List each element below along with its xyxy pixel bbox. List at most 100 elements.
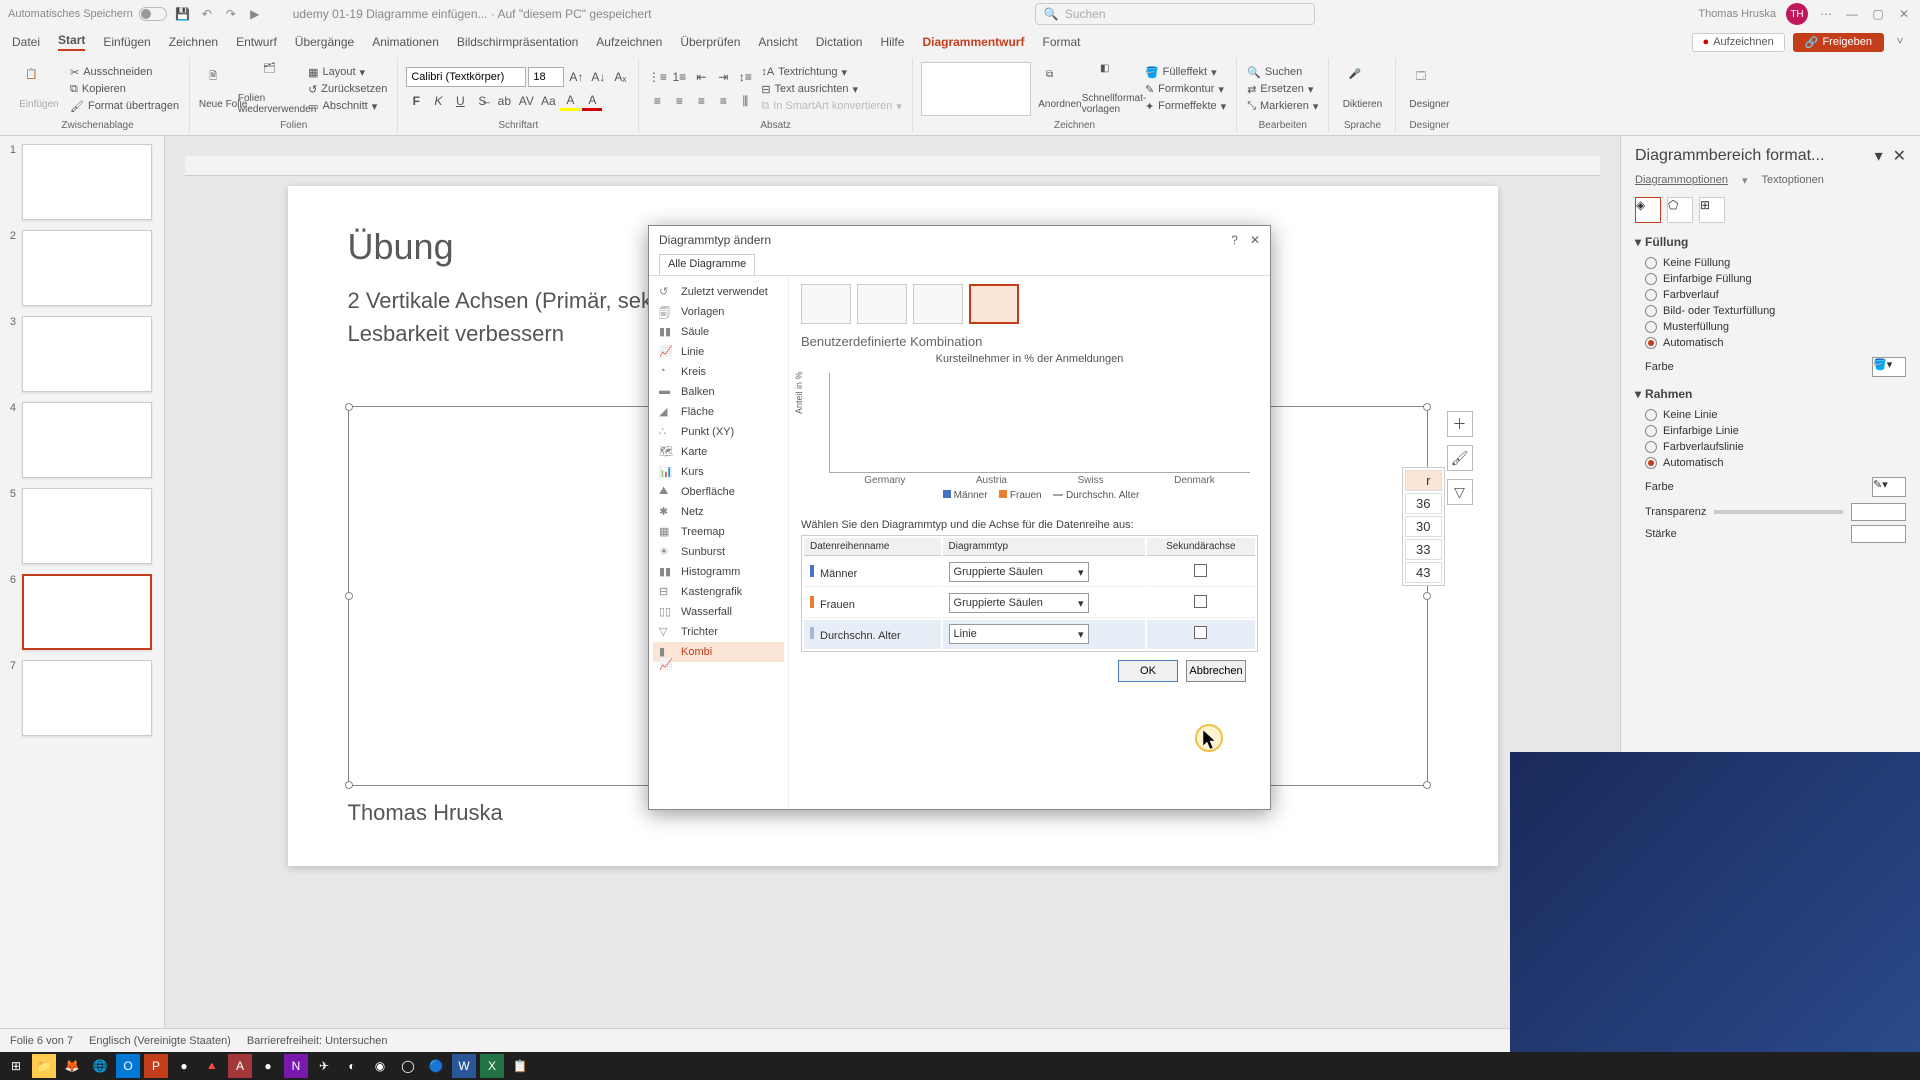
app-icon-5[interactable]: 🔵 (424, 1054, 448, 1078)
font-color-button[interactable]: A (582, 91, 602, 111)
app-icon-4[interactable]: ◯ (396, 1054, 420, 1078)
font-name-combo[interactable] (406, 67, 526, 87)
subtype-2[interactable] (857, 284, 907, 324)
italic-button[interactable]: K (428, 91, 448, 111)
arrange-button[interactable]: ⧉Anordnen (1035, 60, 1085, 118)
tab-animationen[interactable]: Animationen (372, 35, 439, 49)
effects-tab-icon[interactable]: ⬠ (1667, 197, 1693, 223)
strike-button[interactable]: S̶ (472, 91, 492, 111)
ribbon-options-icon[interactable]: ⋯ (1818, 6, 1834, 22)
cat-column[interactable]: ▮▮Säule (653, 322, 784, 342)
vlc-icon[interactable]: 🔺 (200, 1054, 224, 1078)
series-1-type-combo[interactable]: Gruppierte Säulen▾ (949, 593, 1089, 613)
copy-button[interactable]: ⧉Kopieren (68, 82, 181, 97)
cat-funnel[interactable]: ▽Trichter (653, 622, 784, 642)
thumb-4[interactable]: 4 (4, 402, 160, 478)
close-icon[interactable]: ✕ (1896, 6, 1912, 22)
subtype-1[interactable] (801, 284, 851, 324)
pane-close-icon[interactable]: ✕ (1893, 146, 1906, 166)
fill-section-header[interactable]: ▾ Füllung (1635, 235, 1906, 249)
fill-line-tab-icon[interactable]: ◈ (1635, 197, 1661, 223)
dictate-button[interactable]: 🎤Diktieren (1337, 60, 1387, 118)
border-opt-auto[interactable]: Automatisch (1635, 455, 1906, 471)
pane-dropdown-icon[interactable]: ▾ (1875, 146, 1883, 166)
word-icon[interactable]: W (452, 1054, 476, 1078)
text-direction-button[interactable]: ↕ATextrichtung ▾ (759, 65, 904, 80)
thumb-2[interactable]: 2 (4, 230, 160, 306)
shadow-button[interactable]: ab (494, 91, 514, 111)
reset-button[interactable]: ↺Zurücksetzen (306, 82, 389, 97)
app-icon-2[interactable]: ● (256, 1054, 280, 1078)
telegram-icon[interactable]: ✈ (312, 1054, 336, 1078)
designer-button[interactable]: 🗔Designer (1404, 60, 1454, 118)
paste-button[interactable]: 📋 Einfügen (14, 60, 64, 118)
tab-format[interactable]: Format (1042, 35, 1080, 49)
align-center-button[interactable]: ≡ (669, 91, 689, 111)
chart-styles-button[interactable]: 🖌 (1447, 445, 1473, 471)
spacing-button[interactable]: AV (516, 91, 536, 111)
fill-opt-none[interactable]: Keine Füllung (1635, 255, 1906, 271)
tab-uebergaenge[interactable]: Übergänge (295, 35, 354, 49)
cat-map[interactable]: 🗺Karte (653, 442, 784, 462)
thumb-5[interactable]: 5 (4, 488, 160, 564)
language-status[interactable]: Englisch (Vereinigte Staaten) (89, 1035, 231, 1047)
shapes-gallery[interactable] (921, 62, 1031, 116)
cat-templates[interactable]: 🗐Vorlagen (653, 302, 784, 322)
record-button[interactable]: ●Aufzeichnen (1692, 33, 1785, 52)
highlight-button[interactable]: A (560, 91, 580, 111)
bullets-button[interactable]: ⋮≡ (647, 67, 667, 87)
layout-button[interactable]: ▦Layout ▾ (306, 65, 389, 80)
dialog-close-icon[interactable]: ✕ (1250, 233, 1260, 247)
border-opt-gradient[interactable]: Farbverlaufslinie (1635, 439, 1906, 455)
thumb-7[interactable]: 7 (4, 660, 160, 736)
select-button[interactable]: ⤡Markieren ▾ (1245, 99, 1320, 114)
search-input[interactable]: 🔍 Suchen (1035, 3, 1315, 25)
align-right-button[interactable]: ≡ (691, 91, 711, 111)
save-icon[interactable]: 💾 (175, 6, 191, 22)
increase-font-icon[interactable]: A↑ (566, 67, 586, 87)
decrease-font-icon[interactable]: A↓ (588, 67, 608, 87)
align-text-button[interactable]: ⊟Text ausrichten ▾ (759, 82, 904, 97)
border-section-header[interactable]: ▾ Rahmen (1635, 387, 1906, 401)
tab-zeichnen[interactable]: Zeichnen (169, 35, 218, 49)
ok-button[interactable]: OK (1118, 660, 1178, 682)
minimize-icon[interactable]: — (1844, 6, 1860, 22)
cat-radar[interactable]: ✱Netz (653, 502, 784, 522)
firefox-icon[interactable]: 🦊 (60, 1054, 84, 1078)
bold-button[interactable]: F (406, 91, 426, 111)
windows-taskbar[interactable]: ⊞ 📁 🦊 🌐 O P ● 🔺 A ● N ✈ ◐ ◉ ◯ 🔵 W X 📋 (0, 1052, 1920, 1080)
cancel-button[interactable]: Abbrechen (1186, 660, 1246, 682)
format-painter-button[interactable]: 🖌Format übertragen (68, 99, 181, 114)
toggle-switch-icon[interactable] (139, 7, 167, 21)
align-left-button[interactable]: ≡ (647, 91, 667, 111)
cat-pie[interactable]: ◔Kreis (653, 362, 784, 382)
fill-opt-auto[interactable]: Automatisch (1635, 335, 1906, 351)
shape-outline-button[interactable]: ✎Formkontur ▾ (1143, 82, 1228, 97)
cat-treemap[interactable]: ▦Treemap (653, 522, 784, 542)
slideshow-icon[interactable]: ▶ (247, 6, 263, 22)
series-1-secondary-checkbox[interactable] (1194, 595, 1207, 608)
transparency-input[interactable] (1851, 503, 1906, 521)
start-button[interactable]: ⊞ (4, 1054, 28, 1078)
dialog-tab-all[interactable]: Alle Diagramme (659, 254, 755, 275)
numbering-button[interactable]: 1≡ (669, 67, 689, 87)
tab-aufzeichnen[interactable]: Aufzeichnen (596, 35, 662, 49)
tab-start[interactable]: Start (58, 33, 85, 51)
tab-entwurf[interactable]: Entwurf (236, 35, 277, 49)
clear-format-icon[interactable]: Aₓ (610, 67, 630, 87)
tab-dictation[interactable]: Dictation (816, 35, 863, 49)
cat-sunburst[interactable]: ☀Sunburst (653, 542, 784, 562)
reuse-slides-button[interactable]: 🗂 Folien wiederverwenden (252, 60, 302, 118)
autosave-toggle[interactable]: Automatisches Speichern (8, 7, 167, 21)
undo-icon[interactable]: ↶ (199, 6, 215, 22)
chart-filter-button[interactable]: ▽ (1447, 479, 1473, 505)
series-2-secondary-checkbox[interactable] (1194, 626, 1207, 639)
font-size-combo[interactable] (528, 67, 564, 87)
chart-elements-button[interactable]: ＋ (1447, 411, 1473, 437)
columns-button[interactable]: ⫼ (735, 91, 755, 111)
thumb-3[interactable]: 3 (4, 316, 160, 392)
border-opt-solid[interactable]: Einfarbige Linie (1635, 423, 1906, 439)
subtype-3[interactable] (913, 284, 963, 324)
cat-area[interactable]: ◢Fläche (653, 402, 784, 422)
cat-line[interactable]: 📈Linie (653, 342, 784, 362)
